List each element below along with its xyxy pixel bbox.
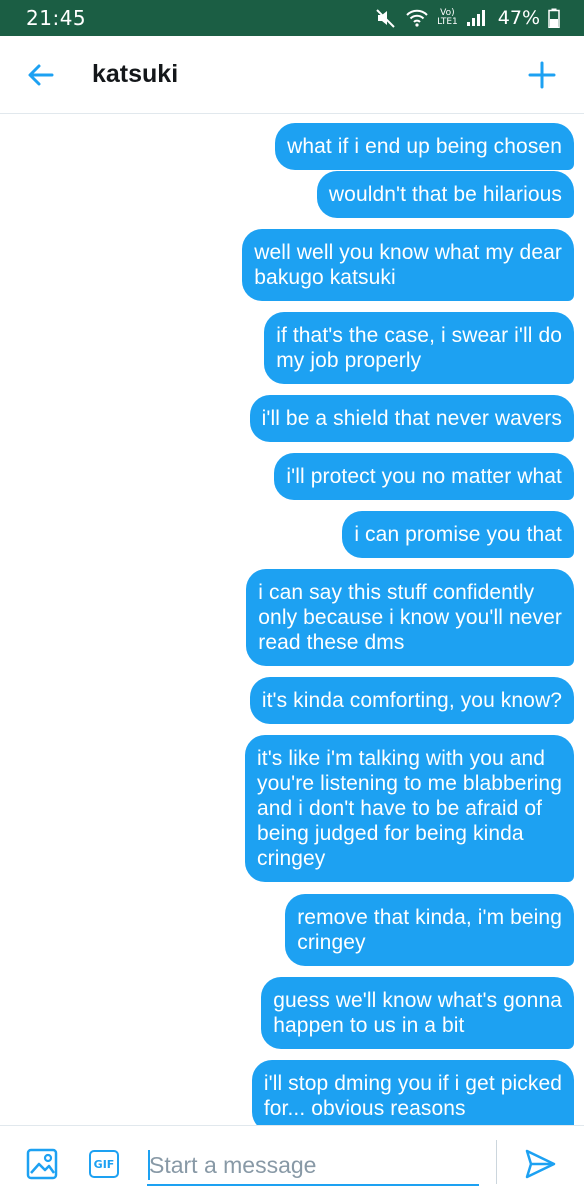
message-bubble[interactable]: if that's the case, i swear i'll do my j… bbox=[264, 312, 574, 384]
message-bubble[interactable]: remove that kinda, i'm being cringey bbox=[285, 894, 574, 966]
conversation-header: katsuki bbox=[0, 36, 584, 114]
gif-label: GIF bbox=[93, 1157, 115, 1171]
send-button[interactable] bbox=[522, 1146, 558, 1182]
compose-bar: GIF bbox=[0, 1125, 584, 1200]
image-icon bbox=[26, 1148, 58, 1180]
text-cursor bbox=[148, 1150, 150, 1180]
lte-label: LTE1 bbox=[437, 17, 458, 27]
status-bar: 21:45 Vo) LTE1 47% bbox=[0, 0, 584, 36]
lte-indicator: Vo) LTE1 bbox=[437, 9, 458, 27]
gif-button[interactable]: GIF bbox=[89, 1150, 119, 1178]
message-bubble[interactable]: it's kinda comforting, you know? bbox=[249, 677, 574, 724]
message-bubble[interactable]: i'll stop dming you if i get picked for.… bbox=[251, 1060, 574, 1125]
message-bubble[interactable]: well well you know what my dear bakugo k… bbox=[242, 229, 574, 301]
battery-percent: 47% bbox=[497, 7, 540, 29]
add-photo-button[interactable] bbox=[26, 1148, 58, 1180]
message-bubble[interactable]: guess we'll know what's gonna happen to … bbox=[261, 977, 574, 1049]
signal-icon bbox=[466, 9, 488, 27]
back-button[interactable] bbox=[24, 58, 58, 92]
message-bubble[interactable]: i'll be a shield that never wavers bbox=[249, 395, 574, 442]
message-list[interactable]: what if i end up being chosen wouldn't t… bbox=[0, 115, 584, 1125]
message-bubble[interactable]: wouldn't that be hilarious bbox=[316, 171, 574, 218]
message-bubble[interactable]: i can promise you that bbox=[342, 511, 574, 558]
battery-icon bbox=[548, 8, 560, 28]
message-input[interactable] bbox=[147, 1146, 479, 1186]
plus-icon bbox=[528, 61, 556, 89]
compose-divider bbox=[496, 1140, 497, 1184]
conversation-title[interactable]: katsuki bbox=[92, 60, 178, 89]
status-icons: Vo) LTE1 47% bbox=[375, 7, 560, 29]
message-bubble[interactable]: i'll protect you no matter what bbox=[274, 453, 574, 500]
status-time: 21:45 bbox=[26, 6, 87, 30]
mute-icon bbox=[375, 7, 397, 29]
arrow-left-icon bbox=[28, 64, 54, 86]
message-bubble[interactable]: it's like i'm talking with you and you'r… bbox=[245, 735, 574, 882]
message-bubble[interactable]: i can say this stuff confidently only be… bbox=[246, 569, 574, 666]
add-participant-button[interactable] bbox=[524, 57, 560, 93]
wifi-icon bbox=[405, 8, 429, 28]
send-icon bbox=[525, 1149, 556, 1179]
message-bubble[interactable]: what if i end up being chosen bbox=[275, 123, 574, 170]
